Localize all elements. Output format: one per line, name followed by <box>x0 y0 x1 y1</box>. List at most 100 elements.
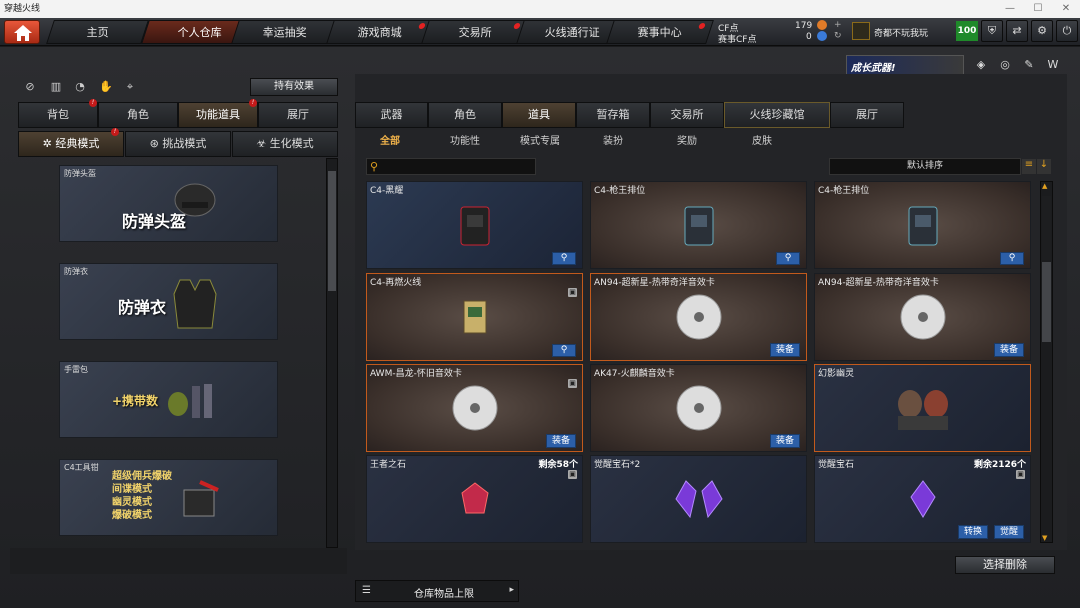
shield-icon[interactable]: ⛨ <box>981 20 1003 42</box>
tab-exchange[interactable]: 交易所 <box>421 20 529 44</box>
tab-lucky-draw[interactable]: 幸运抽奖 <box>231 20 339 44</box>
inspect-button[interactable]: ⚲ <box>776 252 800 265</box>
lock-icon: ▣ <box>568 288 577 297</box>
add-cf-icon[interactable]: + <box>834 20 842 30</box>
storage-limit-bar[interactable]: ☰ 仓库物品上限 ▸ <box>355 580 519 602</box>
item-card[interactable]: 觉醒宝石*2 <box>590 455 807 543</box>
classic-icon: ✲ <box>42 137 56 150</box>
tab-events[interactable]: 赛事中心 <box>606 20 714 44</box>
equip-button[interactable]: 装备 <box>545 434 576 448</box>
hand-icon[interactable]: ✋ <box>98 80 114 96</box>
sort-dropdown[interactable]: 默认排序 <box>829 158 1021 175</box>
scroll-down-icon[interactable]: ▼ <box>1042 534 1047 542</box>
awaken-button[interactable]: 觉醒 <box>993 525 1024 539</box>
item-card[interactable]: AN94-超新星-热带奇洋音效卡 装备 <box>590 273 807 361</box>
inspect-button[interactable]: ⚲ <box>552 252 576 265</box>
tab-items[interactable]: 道具 <box>502 102 576 128</box>
minimize-icon[interactable]: — <box>996 0 1024 18</box>
item-card[interactable]: 王者之石 剩余58个 ▣ <box>366 455 583 543</box>
item-card[interactable]: 觉醒宝石 剩余2126个 ▣ 转换 觉醒 <box>814 455 1031 543</box>
list-view-icon[interactable]: ≡ <box>1022 159 1036 174</box>
item-card[interactable]: C4-再燃火线 ▣ ⚲ <box>366 273 583 361</box>
item-card[interactable]: C4-枪王排位 ⚲ <box>814 181 1031 269</box>
tab-roles[interactable]: 角色 <box>428 102 502 128</box>
item-card[interactable]: AWM-昌龙-怀旧音效卡 ▣ 装备 <box>366 364 583 452</box>
mode-classic[interactable]: ✲ 经典模式! <box>18 128 124 157</box>
convert-button[interactable]: 转换 <box>957 525 988 539</box>
tab-character[interactable]: 角色 <box>98 102 178 128</box>
grenade-icon <box>168 384 212 418</box>
subtab-skins[interactable]: 皮肤 <box>742 133 782 151</box>
right-scrollbar[interactable]: ▲ ▼ <box>1040 181 1053 543</box>
equip-button[interactable]: 装备 <box>769 343 800 357</box>
match-cf-label: 赛事CF点 <box>718 35 757 45</box>
c4-bomb-icon <box>908 206 937 246</box>
mode-challenge[interactable]: ⊛ 挑战模式 <box>125 131 231 157</box>
left-scrollbar[interactable] <box>326 158 338 548</box>
gear-icon[interactable]: ⚙ <box>1031 20 1053 42</box>
power-icon[interactable]: ⏻ <box>1056 20 1078 42</box>
c4-bomb-icon <box>460 206 489 246</box>
helmet-icon <box>174 183 216 217</box>
item-card[interactable]: C4-枪王排位 ⚲ <box>590 181 807 269</box>
refresh-icon[interactable]: ↻ <box>834 31 842 41</box>
tab-functional-items[interactable]: 功能道具! <box>178 99 258 128</box>
c4-bomb-icon <box>463 300 486 334</box>
search-input[interactable] <box>385 160 533 173</box>
sort-arrow-icon[interactable]: ↓ <box>1037 159 1051 174</box>
swap-icon[interactable]: ⇄ <box>1006 20 1028 42</box>
tab-trade[interactable]: 交易所 <box>650 102 724 128</box>
speed-icon[interactable]: ◔ <box>72 80 88 96</box>
item-card[interactable]: AN94-超新星-热带奇洋音效卡 装备 <box>814 273 1031 361</box>
alert-icon: ! <box>111 128 119 136</box>
arrow-right-icon: ▸ <box>509 585 514 595</box>
item-card[interactable]: 幻影幽灵 <box>814 364 1031 452</box>
off-toggle-icon[interactable]: ⊘ <box>22 80 38 96</box>
window-title: 穿越火线 <box>4 4 41 14</box>
tab-home[interactable]: 主页 <box>46 20 149 44</box>
close-icon[interactable]: ✕ <box>1052 0 1080 18</box>
subtab-rewards[interactable]: 奖励 <box>667 133 707 151</box>
subtab-functional[interactable]: 功能性 <box>440 133 490 151</box>
tab-temp-box[interactable]: 暂存箱 <box>576 102 650 128</box>
item-card-vest[interactable]: 防弹衣 防弹衣 <box>59 263 278 340</box>
item-card-c4-pliers[interactable]: C4工具钳 超级佣兵爆破 间谍模式 幽灵模式 爆破模式 <box>59 459 278 536</box>
biohazard-icon: ☣ <box>256 137 270 150</box>
maximize-icon[interactable]: ☐ <box>1024 0 1052 18</box>
match-coin-icon <box>817 31 827 41</box>
tab-collection[interactable]: 火线珍藏馆 <box>724 102 830 128</box>
select-delete-button[interactable]: 选择删除 <box>955 556 1055 574</box>
growth-weapon-banner[interactable]: 成长武器! <box>846 55 964 75</box>
item-card-grenade-pack[interactable]: 手雷包 +携带数 <box>59 361 278 438</box>
left-scroll-thumb[interactable] <box>328 171 336 291</box>
right-scroll-thumb[interactable] <box>1042 262 1051 342</box>
subtab-outfit[interactable]: 装扮 <box>593 133 633 151</box>
tab-game-mall[interactable]: 游戏商城 <box>326 20 434 44</box>
mouse-icon[interactable]: ⌖ <box>122 80 138 96</box>
subtab-mode-exclusive[interactable]: 模式专属 <box>510 133 570 151</box>
cf-value: 179 <box>795 21 813 31</box>
rank-icon[interactable]: ▥ <box>48 80 64 96</box>
item-card-helmet[interactable]: 防弹头盔 防弹头盔 <box>59 165 278 242</box>
tab-weapons[interactable]: 武器 <box>355 102 428 128</box>
tab-backpack[interactable]: 背包! <box>18 99 98 128</box>
layers-icon: ☰ <box>362 585 371 596</box>
scroll-up-icon[interactable]: ▲ <box>1042 182 1047 190</box>
inspect-button[interactable]: ⚲ <box>552 344 576 357</box>
home-button[interactable] <box>4 20 40 44</box>
tab-showroom[interactable]: 展厅 <box>258 102 338 128</box>
equip-button[interactable]: 装备 <box>993 343 1024 357</box>
mode-zombie[interactable]: ☣ 生化模式 <box>232 131 338 157</box>
equip-button[interactable]: 装备 <box>769 434 800 448</box>
effects-button[interactable]: 持有效果 <box>250 78 338 96</box>
avatar[interactable] <box>852 22 870 40</box>
subtab-all[interactable]: 全部 <box>370 133 410 151</box>
inspect-button[interactable]: ⚲ <box>1000 252 1024 265</box>
vest-icon <box>173 279 217 329</box>
cf-coin-icon <box>817 20 827 30</box>
item-card[interactable]: AK47-火麒麟音效卡 装备 <box>590 364 807 452</box>
item-card[interactable]: C4-黑耀 ⚲ <box>366 181 583 269</box>
search-box[interactable]: ⚲ <box>366 158 536 175</box>
music-disc-icon <box>676 385 721 431</box>
tab-showroom-right[interactable]: 展厅 <box>830 102 904 128</box>
